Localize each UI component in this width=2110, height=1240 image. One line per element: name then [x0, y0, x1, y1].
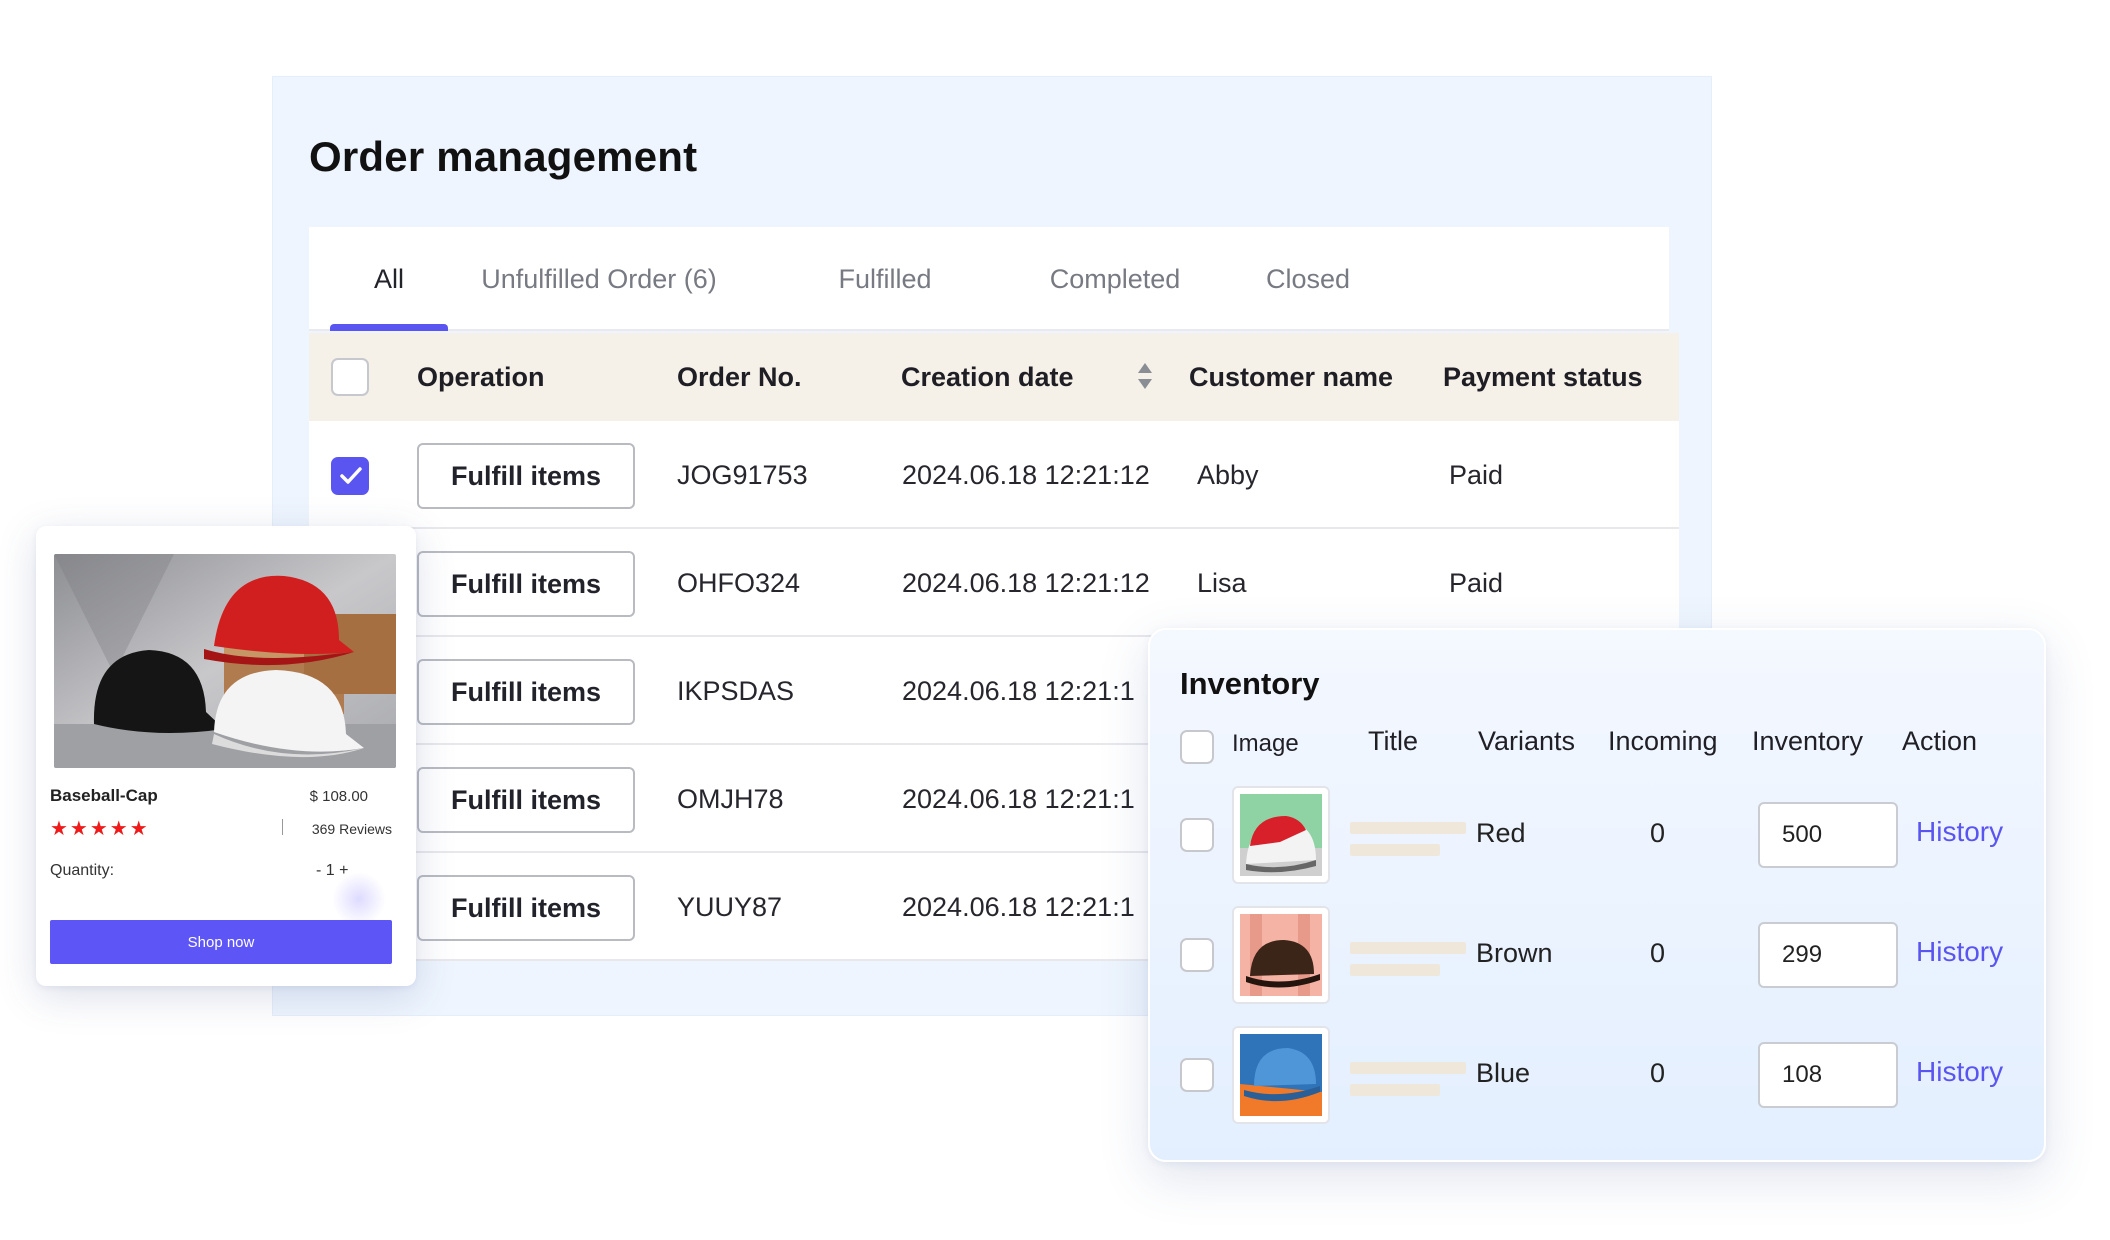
- creation-date: 2024.06.18 12:21:1: [902, 892, 1135, 922]
- row-checkbox[interactable]: [331, 457, 369, 495]
- history-link[interactable]: History: [1916, 936, 2003, 968]
- variant-name: Red: [1476, 818, 1526, 848]
- product-price: $ 108.00: [309, 788, 368, 805]
- glow-decoration: [332, 872, 386, 926]
- page-title: Order management: [309, 133, 698, 180]
- fulfill-items-button[interactable]: Fulfill items: [417, 875, 635, 941]
- order-number: YUUY87: [677, 892, 783, 922]
- row-checkbox[interactable]: [1180, 938, 1214, 972]
- fulfill-items-button[interactable]: Fulfill items: [417, 767, 635, 833]
- history-link[interactable]: History: [1916, 1056, 2003, 1088]
- title-placeholder: [1350, 942, 1466, 954]
- order-tabs: All Unfulfilled Order (6) Fulfilled Comp…: [309, 227, 1669, 331]
- column-creation-date[interactable]: Creation date: [901, 333, 1074, 421]
- inventory-row: Red 0 History: [1150, 786, 2048, 896]
- product-card: Baseball-Cap $ 108.00 ★★★★★ 369 Reviews …: [36, 526, 416, 986]
- sort-icon[interactable]: [1136, 361, 1154, 391]
- creation-date: 2024.06.18 12:21:12: [902, 460, 1150, 490]
- inventory-quantity-input[interactable]: [1758, 922, 1898, 988]
- incoming-count: 0: [1650, 1058, 1666, 1088]
- order-number: OHFO324: [677, 568, 801, 598]
- inventory-row: Brown 0 History: [1150, 906, 2048, 1016]
- fulfill-items-button[interactable]: Fulfill items: [417, 659, 635, 725]
- variant-thumbnail: [1232, 786, 1330, 884]
- title-placeholder: [1350, 964, 1440, 976]
- check-icon: [340, 467, 362, 484]
- product-image: [54, 554, 396, 768]
- select-all-checkbox[interactable]: [331, 358, 369, 396]
- creation-date: 2024.06.18 12:21:12: [902, 568, 1150, 598]
- variant-name: Brown: [1476, 938, 1553, 968]
- order-number: JOG91753: [677, 460, 808, 490]
- inventory-row: Blue 0 History: [1150, 1026, 2048, 1136]
- customer-name: Abby: [1197, 460, 1259, 490]
- tab-closed[interactable]: Closed: [1223, 227, 1393, 331]
- shop-now-button[interactable]: Shop now: [50, 920, 392, 964]
- fulfill-items-button[interactable]: Fulfill items: [417, 551, 635, 617]
- column-operation: Operation: [417, 362, 545, 392]
- divider: [282, 819, 283, 835]
- incoming-count: 0: [1650, 818, 1666, 848]
- tab-completed[interactable]: Completed: [1005, 227, 1225, 331]
- column-payment-status: Payment status: [1443, 362, 1643, 392]
- inventory-quantity-input[interactable]: [1758, 802, 1898, 868]
- variant-thumbnail: [1232, 906, 1330, 1004]
- payment-status: Paid: [1449, 460, 1504, 490]
- column-variants: Variants: [1478, 726, 1576, 756]
- column-action: Action: [1902, 726, 1978, 756]
- title-placeholder: [1350, 844, 1440, 856]
- creation-date: 2024.06.18 12:21:1: [902, 784, 1135, 814]
- red-cap-icon: [1240, 794, 1322, 876]
- blue-cap-icon: [1240, 1034, 1322, 1116]
- tab-fulfilled[interactable]: Fulfilled: [785, 227, 985, 331]
- inventory-card: Inventory Image Title Variants Incoming …: [1148, 628, 2046, 1162]
- fulfill-items-button[interactable]: Fulfill items: [417, 443, 635, 509]
- title-placeholder: [1350, 1062, 1466, 1074]
- column-title: Title: [1368, 726, 1419, 756]
- variant-name: Blue: [1476, 1058, 1531, 1088]
- column-incoming: Incoming: [1608, 726, 1718, 756]
- inventory-quantity-input[interactable]: [1758, 1042, 1898, 1108]
- title-placeholder: [1350, 822, 1466, 834]
- brown-cap-icon: [1240, 914, 1322, 996]
- history-link[interactable]: History: [1916, 816, 2003, 848]
- order-number: OMJH78: [677, 784, 784, 814]
- column-inventory: Inventory: [1752, 726, 1864, 756]
- quantity-stepper[interactable]: - 1 +: [316, 862, 348, 880]
- payment-status: Paid: [1449, 568, 1504, 598]
- quantity-label: Quantity:: [50, 862, 115, 879]
- baseball-caps-image: [54, 554, 396, 768]
- creation-date: 2024.06.18 12:21:1: [902, 676, 1135, 706]
- select-all-checkbox[interactable]: [1180, 730, 1214, 764]
- row-checkbox[interactable]: [1180, 818, 1214, 852]
- table-header: Operation Order No. Creation date Custom…: [309, 333, 1679, 421]
- product-name: Baseball-Cap: [50, 786, 158, 805]
- active-tab-indicator: [330, 324, 448, 331]
- column-customer-name: Customer name: [1189, 362, 1394, 392]
- order-number: IKPSDAS: [677, 676, 795, 706]
- incoming-count: 0: [1650, 938, 1666, 968]
- title-placeholder: [1350, 1084, 1440, 1096]
- row-checkbox[interactable]: [1180, 1058, 1214, 1092]
- review-count: 369 Reviews: [311, 821, 392, 837]
- table-row: Fulfill items OHFO324 2024.06.18 12:21:1…: [309, 529, 1679, 637]
- table-row: Fulfill items JOG91753 2024.06.18 12:21:…: [309, 421, 1679, 529]
- column-order-no: Order No.: [677, 362, 802, 392]
- customer-name: Lisa: [1197, 568, 1247, 598]
- inventory-title: Inventory: [1180, 666, 1320, 701]
- column-image: Image: [1232, 730, 1299, 757]
- star-rating: ★★★★★: [50, 818, 150, 840]
- variant-thumbnail: [1232, 1026, 1330, 1124]
- tab-unfulfilled-order[interactable]: Unfulfilled Order (6): [429, 227, 769, 331]
